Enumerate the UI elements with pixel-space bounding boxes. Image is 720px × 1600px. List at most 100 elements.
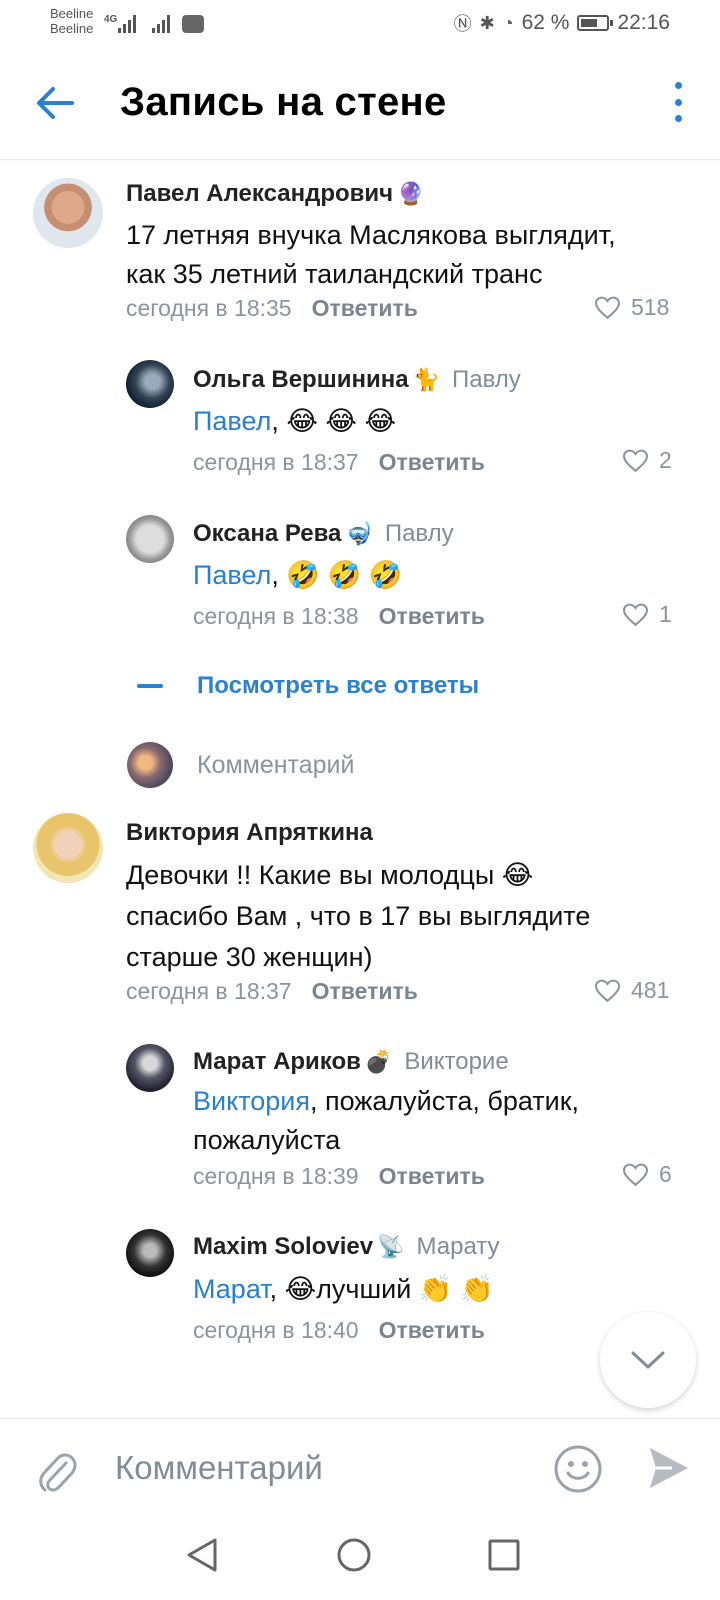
nav-home-button[interactable] bbox=[335, 1536, 373, 1579]
bluetooth-icon: ✱ bbox=[479, 12, 495, 33]
avatar[interactable] bbox=[126, 515, 174, 563]
inline-comment-input[interactable]: Комментарий bbox=[127, 742, 354, 788]
carrier-1: Beeline bbox=[50, 6, 94, 21]
reply-button[interactable]: Ответить bbox=[379, 449, 485, 475]
author-name[interactable]: Оксана Рева bbox=[193, 520, 341, 547]
back-button[interactable] bbox=[32, 80, 78, 126]
author-name[interactable]: Виктория Апряткина bbox=[126, 819, 373, 846]
more-vertical-icon[interactable] bbox=[672, 82, 684, 122]
send-icon bbox=[650, 1448, 688, 1488]
carrier-2: Beeline bbox=[50, 21, 94, 36]
reply-to: Павлу bbox=[384, 520, 454, 547]
mention-link[interactable]: Павел bbox=[193, 406, 271, 436]
inline-comment-placeholder: Комментарий bbox=[197, 750, 355, 779]
like-count: 481 bbox=[631, 977, 670, 1003]
avatar[interactable] bbox=[33, 178, 103, 248]
see-all-replies-button[interactable]: Посмотреть все ответы bbox=[137, 672, 479, 700]
author-name[interactable]: Павел Александрович bbox=[126, 180, 393, 207]
signal-icon-2 bbox=[152, 13, 170, 33]
nav-home-icon bbox=[337, 1538, 371, 1572]
avatar[interactable] bbox=[126, 1229, 174, 1277]
avatar[interactable] bbox=[126, 360, 174, 408]
reply-button[interactable]: Ответить bbox=[379, 1163, 485, 1189]
mention-link[interactable]: Виктория bbox=[193, 1086, 310, 1116]
reply-body: , 😂 😂 😂 bbox=[271, 406, 396, 436]
reply-author[interactable]: Ольга Вершинина 🐈 Павлу bbox=[193, 366, 521, 394]
battery-icon bbox=[577, 15, 614, 31]
chevron-down-icon bbox=[631, 1351, 665, 1369]
comment-line: спасибо Вам , что в 17 вы выглядите bbox=[126, 901, 591, 931]
comment-author[interactable]: Виктория Апряткина bbox=[126, 819, 373, 847]
reply-author[interactable]: Оксана Рева 🤿 Павлу bbox=[193, 520, 454, 548]
author-name[interactable]: Maxim Soloviev bbox=[193, 1233, 373, 1260]
network-type: 4G bbox=[104, 14, 118, 25]
avatar[interactable] bbox=[33, 813, 103, 883]
nav-back-icon bbox=[187, 1538, 217, 1572]
like-count: 518 bbox=[631, 294, 670, 320]
emoji-button[interactable] bbox=[553, 1444, 603, 1499]
comment-time: сегодня в 18:40 bbox=[193, 1317, 359, 1343]
reply-button[interactable]: Ответить bbox=[379, 1317, 485, 1343]
author-badge-icon: 💣 bbox=[364, 1049, 393, 1074]
reply-author[interactable]: Марат Ариков 💣 Викторие bbox=[193, 1048, 509, 1076]
app-header: Запись на стене bbox=[0, 50, 720, 160]
like-button[interactable]: 6 bbox=[622, 1161, 672, 1188]
comment-input[interactable]: Комментарий bbox=[115, 1449, 323, 1487]
comment-text: Девочки !! Какие вы молодцы 😂 спасибо Ва… bbox=[126, 855, 590, 978]
reply-body-line2: пожалуйста bbox=[193, 1125, 341, 1155]
system-nav-bar bbox=[0, 1526, 720, 1600]
comment-line: 17 летняя внучка Маслякова выглядит, bbox=[126, 220, 616, 250]
reply-meta: сегодня в 18:39 Ответить bbox=[193, 1163, 485, 1190]
avatar[interactable] bbox=[126, 1044, 174, 1092]
comment-time: сегодня в 18:37 bbox=[126, 978, 292, 1004]
see-all-label: Посмотреть все ответы bbox=[197, 672, 480, 699]
comment-time: сегодня в 18:37 bbox=[193, 449, 359, 475]
reply-body: , 😂лучший 👏 👏 bbox=[269, 1274, 494, 1304]
nfc-icon: Ⓝ bbox=[453, 14, 472, 34]
reply-to: Марату bbox=[416, 1233, 500, 1260]
reply-text: Павел, 🤣 🤣 🤣 bbox=[193, 556, 402, 595]
status-right: Ⓝ ✱ ◔ 62 % 22:16 bbox=[454, 10, 670, 36]
heart-icon bbox=[623, 449, 648, 472]
battery-percent: 62 % bbox=[521, 11, 570, 34]
author-name[interactable]: Ольга Вершинина bbox=[193, 366, 409, 393]
comment-author[interactable]: Павел Александрович 🔮 bbox=[126, 180, 425, 208]
like-button[interactable]: 481 bbox=[594, 977, 669, 1004]
page-title: Запись на стене bbox=[120, 80, 447, 124]
send-button[interactable] bbox=[648, 1446, 690, 1495]
comment-meta: сегодня в 18:37 Ответить bbox=[126, 978, 418, 1005]
comment-line: старше 30 женщин) bbox=[126, 942, 373, 972]
wifi-icon bbox=[182, 15, 204, 33]
heart-icon bbox=[595, 296, 620, 319]
reply-text: Павел, 😂 😂 😂 bbox=[193, 402, 396, 441]
reply-author[interactable]: Maxim Soloviev 📡 Марату bbox=[193, 1233, 500, 1261]
signal-icon bbox=[118, 13, 136, 33]
nav-back-button[interactable] bbox=[185, 1536, 219, 1579]
author-badge-icon: 🐈 bbox=[412, 367, 440, 392]
like-button[interactable]: 1 bbox=[622, 601, 672, 628]
reply-meta: сегодня в 18:40 Ответить bbox=[193, 1317, 485, 1344]
reply-text: Марат, 😂лучший 👏 👏 bbox=[193, 1270, 494, 1309]
reply-body: , 🤣 🤣 🤣 bbox=[271, 560, 403, 590]
mention-link[interactable]: Павел bbox=[193, 560, 271, 590]
author-name[interactable]: Марат Ариков bbox=[193, 1048, 361, 1075]
nav-recents-icon bbox=[488, 1539, 520, 1571]
reply-button[interactable]: Ответить bbox=[379, 603, 485, 629]
reply-meta: сегодня в 18:37 Ответить bbox=[193, 449, 485, 476]
scroll-down-button[interactable] bbox=[600, 1312, 696, 1408]
collapse-icon bbox=[137, 684, 163, 688]
like-count: 1 bbox=[659, 601, 672, 627]
attach-button[interactable] bbox=[36, 1449, 78, 1500]
comment-composer: Комментарий bbox=[0, 1418, 720, 1526]
mention-link[interactable]: Марат bbox=[193, 1274, 270, 1304]
like-button[interactable]: 518 bbox=[594, 294, 669, 321]
like-count: 2 bbox=[659, 447, 672, 473]
like-button[interactable]: 2 bbox=[622, 447, 672, 474]
reply-button[interactable]: Ответить bbox=[312, 295, 418, 321]
avatar bbox=[127, 742, 173, 788]
nav-recents-button[interactable] bbox=[487, 1536, 521, 1579]
comment-line: Девочки !! Какие вы молодцы 😂 bbox=[126, 860, 534, 890]
reply-button[interactable]: Ответить bbox=[312, 978, 418, 1004]
comment-time: сегодня в 18:38 bbox=[193, 603, 359, 629]
comment-meta: сегодня в 18:35 Ответить bbox=[126, 295, 418, 322]
